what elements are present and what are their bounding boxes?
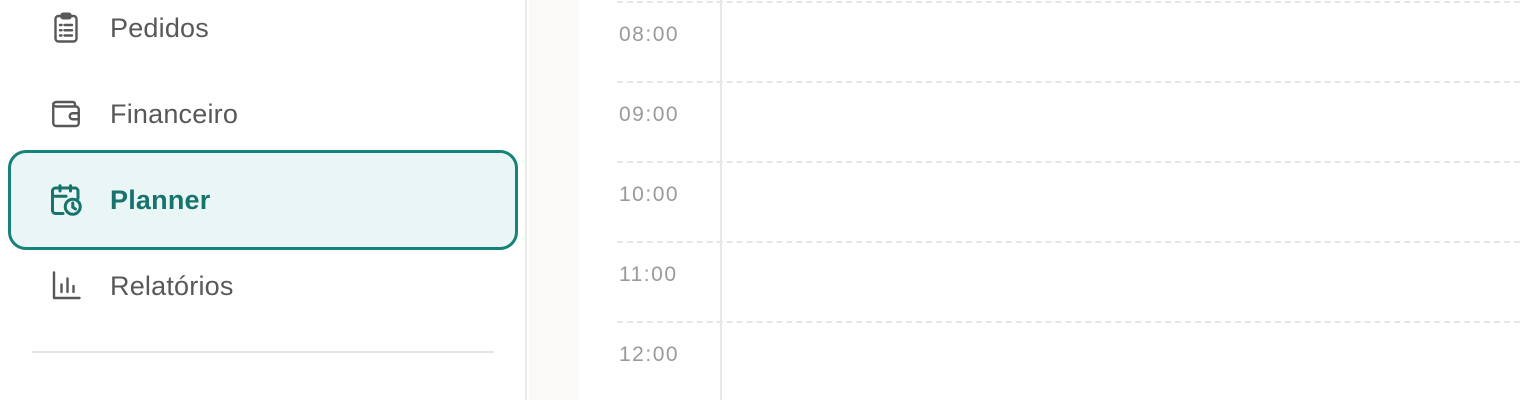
hour-label: 10:00 xyxy=(619,183,680,206)
sidebar-item-label: Pedidos xyxy=(110,12,209,43)
time-column-border xyxy=(720,0,722,400)
hour-label: 08:00 xyxy=(619,23,680,46)
hour-gridline xyxy=(617,1,1520,3)
planner-day-grid[interactable]: 08:00 09:00 10:00 11:00 12:00 xyxy=(579,0,1520,400)
clipboard-list-icon xyxy=(48,10,84,46)
sidebar-item-label: Relatórios xyxy=(110,270,234,301)
sidebar-item-label: Planner xyxy=(110,184,211,215)
sidebar-item-financeiro[interactable]: Financeiro xyxy=(8,64,518,164)
hour-gridline xyxy=(617,161,1520,163)
calendar-clock-icon xyxy=(48,182,84,218)
content-gutter xyxy=(529,0,579,400)
sidebar-item-planner[interactable]: Planner xyxy=(8,150,518,250)
bar-chart-icon xyxy=(48,268,84,304)
sidebar-divider xyxy=(32,351,494,353)
hour-gridline xyxy=(617,321,1520,323)
sidebar-item-relatorios[interactable]: Relatórios xyxy=(8,236,518,336)
wallet-icon xyxy=(48,96,84,132)
app: Pedidos Financeiro Planner Relatórios 08… xyxy=(0,0,1520,400)
hour-label: 12:00 xyxy=(619,343,680,366)
hour-gridline xyxy=(617,241,1520,243)
hour-label: 11:00 xyxy=(619,263,678,286)
sidebar-item-label: Financeiro xyxy=(110,98,239,129)
hour-label: 09:00 xyxy=(619,103,680,126)
sidebar: Pedidos Financeiro Planner Relatórios xyxy=(0,0,527,400)
hour-gridline xyxy=(617,81,1520,83)
